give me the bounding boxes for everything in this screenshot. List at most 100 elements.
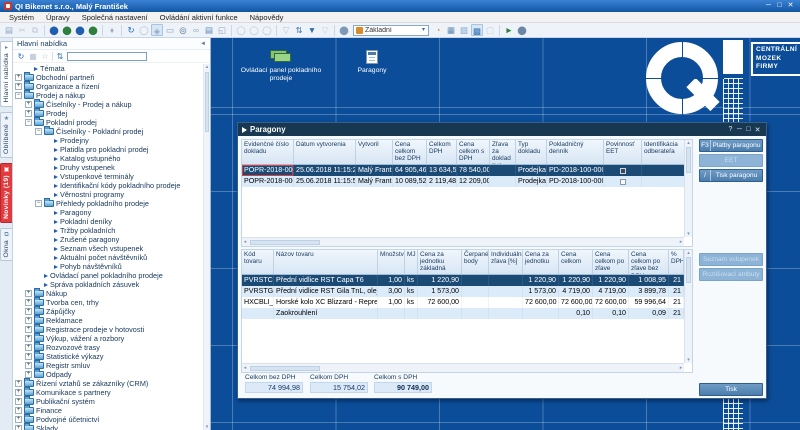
tree-item-vstupenkov-termin-ly[interactable]: Vstupenkové terminály xyxy=(13,172,210,181)
tree-item-zru-en-paragony[interactable]: Zrušené paragony xyxy=(13,235,210,244)
tree-item-statistick-v-kazy[interactable]: +Statistické výkazy xyxy=(13,352,210,361)
sort-icon[interactable]: ⇅ xyxy=(293,24,305,36)
checkbox-icon[interactable] xyxy=(620,168,626,174)
tree-item-organizace-a-zen[interactable]: +Organizace a řízení xyxy=(13,82,210,91)
column-header-n-zov-tovaru[interactable]: Názov tovaru xyxy=(274,250,378,274)
paste-icon[interactable]: ▤ xyxy=(3,24,15,36)
sort-az-icon[interactable]: ⇅ xyxy=(55,51,65,62)
tree-item-v-rnostn-programy[interactable]: Věrnostní programy xyxy=(13,190,210,199)
tree-item-v-kup-v-en-a-rozbory[interactable]: +Výkup, vážení a rozbory xyxy=(13,334,210,343)
column-header-identifik-cia-odberate-a[interactable]: Identifikácia odberateľa xyxy=(642,140,684,164)
scrollbar-thumb[interactable] xyxy=(686,257,691,283)
tree-item-obchodn-partne-i[interactable]: +Obchodní partneři xyxy=(13,73,210,82)
column-header-cena-celkom[interactable]: Cena celkom xyxy=(559,250,593,274)
tree-item-registr-smluv[interactable]: +Registr smluv xyxy=(13,361,210,370)
expand-icon[interactable]: + xyxy=(15,380,22,387)
tree-item-seln-ky-pokladn-prodej[interactable]: −Číselníky - Pokladní prodej xyxy=(13,127,210,136)
scroll-left-icon[interactable]: ◂ xyxy=(242,239,248,245)
layout-icon[interactable]: ▢ xyxy=(484,24,496,36)
scroll-left-icon[interactable]: ◂ xyxy=(242,365,248,371)
run-icon[interactable]: ► xyxy=(503,24,515,36)
help-icon[interactable]: ? xyxy=(726,126,735,134)
vertical-scrollbar[interactable]: ▴▾ xyxy=(684,250,692,363)
tree-item-tvorba-cen-trhy[interactable]: +Tvorba cen, trhy xyxy=(13,298,210,307)
nav-up-icon[interactable]: ⬤ xyxy=(74,24,86,36)
menu-item-pravy[interactable]: Úpravy xyxy=(40,13,76,22)
redo-icon[interactable]: ◯ xyxy=(248,24,260,36)
expand-icon[interactable]: + xyxy=(25,290,32,297)
menu-item-ovl-d-n-aktivn-funkce[interactable]: Ovládání aktivní funkce xyxy=(154,13,244,22)
scroll-up-icon[interactable]: ▴ xyxy=(685,250,692,256)
tree-item-komunikace-s-partnery[interactable]: +Komunikace s partnery xyxy=(13,388,210,397)
side-tab-novinky-19[interactable]: ▣Novinky (19) xyxy=(0,163,12,223)
scrollbar-thumb[interactable] xyxy=(250,366,320,371)
side-tab-hlavn-nab-dka[interactable]: ▸Hlavní nabídka xyxy=(0,41,12,107)
attach-icon[interactable]: ∞ xyxy=(190,24,202,36)
column-header-pokladni-n-denn-k[interactable]: Pokladničný denník xyxy=(547,140,604,164)
expand-icon[interactable]: + xyxy=(15,416,22,423)
menu-item-spole-n-nastaven[interactable]: Společná nastavení xyxy=(76,13,154,22)
button-platby-paragonu[interactable]: F3Platby paragonu xyxy=(699,139,763,152)
filter-clear-icon[interactable]: ▽ xyxy=(319,24,331,36)
expand-icon[interactable]: + xyxy=(15,83,22,90)
expand-icon[interactable]: + xyxy=(25,110,32,117)
expand-icon[interactable]: + xyxy=(25,344,32,351)
horizontal-scrollbar[interactable]: ◂▸ xyxy=(242,237,684,246)
scroll-down-icon[interactable]: ▾ xyxy=(685,231,692,237)
vertical-scrollbar[interactable]: ▴▾ xyxy=(684,140,692,237)
print-icon[interactable]: ▤ xyxy=(203,24,215,36)
tree-item-zen-vztah-se-z-kazn-ky-crm[interactable]: +Řízení vztahů se zákazníky (CRM) xyxy=(13,379,210,388)
column-header-cena-celkom-po-z-ave[interactable]: Cena celkom po zľave xyxy=(593,250,629,274)
scrollbar-thumb[interactable] xyxy=(686,147,691,173)
undo-icon[interactable]: ◯ xyxy=(235,24,247,36)
form-view-icon[interactable]: ▧ xyxy=(458,24,470,36)
side-tab-okna[interactable]: ⧉Okna xyxy=(0,228,12,261)
table-row[interactable]: POPR-2018-00000225.06.2018 11:15:51Malý … xyxy=(242,176,684,187)
grid-view-icon[interactable]: ▩ xyxy=(471,24,483,36)
favorite-icon[interactable]: ☆ xyxy=(40,51,50,62)
tree-item-pokladn-prodej[interactable]: −Pokladní prodej xyxy=(13,118,210,127)
tree-item-finance[interactable]: +Finance xyxy=(13,406,210,415)
column-header-mno-stvo[interactable]: Množstvo xyxy=(378,250,405,274)
column-header-z-ava-za-doklad[interactable]: Zľava za doklad [%] xyxy=(490,140,516,164)
nav-back-icon[interactable]: ⬤ xyxy=(48,24,60,36)
scroll-up-icon[interactable]: ▴ xyxy=(685,140,692,146)
tree-item-odpady[interactable]: +Odpady xyxy=(13,370,210,379)
expand-icon[interactable]: + xyxy=(25,101,32,108)
column-header-cena-za-jednotku[interactable]: Cena za jednotku xyxy=(523,250,559,274)
nav-home-icon[interactable]: ⬤ xyxy=(87,24,99,36)
expand-icon[interactable]: + xyxy=(15,74,22,81)
tree-item-identifika-n-k-dy-pokladn-ho-prodeje[interactable]: Identifikační kódy pokladního prodeje xyxy=(13,181,210,190)
column-header-individu-lna-z-ava[interactable]: Individuálna zľava [%] xyxy=(489,250,523,274)
filter-set-icon[interactable]: ▼ xyxy=(306,24,318,36)
refresh-icon[interactable]: ↻ xyxy=(16,51,26,62)
shortcut-paragony[interactable]: Paragony xyxy=(341,48,403,75)
expand-icon[interactable]: + xyxy=(25,299,32,306)
collapse-icon[interactable]: − xyxy=(35,200,42,207)
tree-item-spr-va-pokladn-ch-z-suvek[interactable]: Správa pokladních zásuvek xyxy=(13,280,210,289)
tree-item-t-mata[interactable]: Témata xyxy=(13,64,210,73)
button-tisk-paragonu[interactable]: /Tisk paragonu xyxy=(699,169,763,182)
tree-item-p-ehledy-pokladn-ho-prodeje[interactable]: −Přehledy pokladního prodeje xyxy=(13,199,210,208)
scroll-down-icon[interactable]: ▾ xyxy=(685,357,692,363)
tree-scrollbar[interactable]: ▴ ▾ xyxy=(203,64,210,430)
stop-icon[interactable]: ◯ xyxy=(138,24,150,36)
tree-item-pohyb-n-v-t-vn-k[interactable]: Pohyb návštěvníků xyxy=(13,262,210,271)
chevron-down-icon[interactable]: ▾ xyxy=(419,26,428,35)
minimize-icon[interactable]: ─ xyxy=(735,126,744,134)
print-button[interactable]: Tisk xyxy=(699,383,763,396)
column-header-povinnos-eet[interactable]: Povinnosť EET xyxy=(604,140,642,164)
tree-item-druhy-vstupenek[interactable]: Druhy vstupenek xyxy=(13,163,210,172)
table-view-icon[interactable]: ▦ xyxy=(445,24,457,36)
expand-icon[interactable]: + xyxy=(15,398,22,405)
tree-item-publika-n-syst-m[interactable]: +Publikační systém xyxy=(13,397,210,406)
tree-item-seln-ky-prodej-a-n-kup[interactable]: +Číselníky - Prodej a nákup xyxy=(13,100,210,109)
checkbox-icon[interactable] xyxy=(620,179,626,185)
new-window-icon[interactable]: ▭ xyxy=(164,24,176,36)
expand-icon[interactable]: + xyxy=(15,425,22,430)
paragony-titlebar[interactable]: Paragony ?─□✕ xyxy=(238,123,766,136)
tree-item-z-p-j-ky[interactable]: +Zápůjčky xyxy=(13,307,210,316)
scroll-up-icon[interactable]: ▴ xyxy=(206,64,209,70)
column-header-k-d-tovaru[interactable]: Kód tovaru xyxy=(242,250,274,274)
expand-icon[interactable]: + xyxy=(25,335,32,342)
